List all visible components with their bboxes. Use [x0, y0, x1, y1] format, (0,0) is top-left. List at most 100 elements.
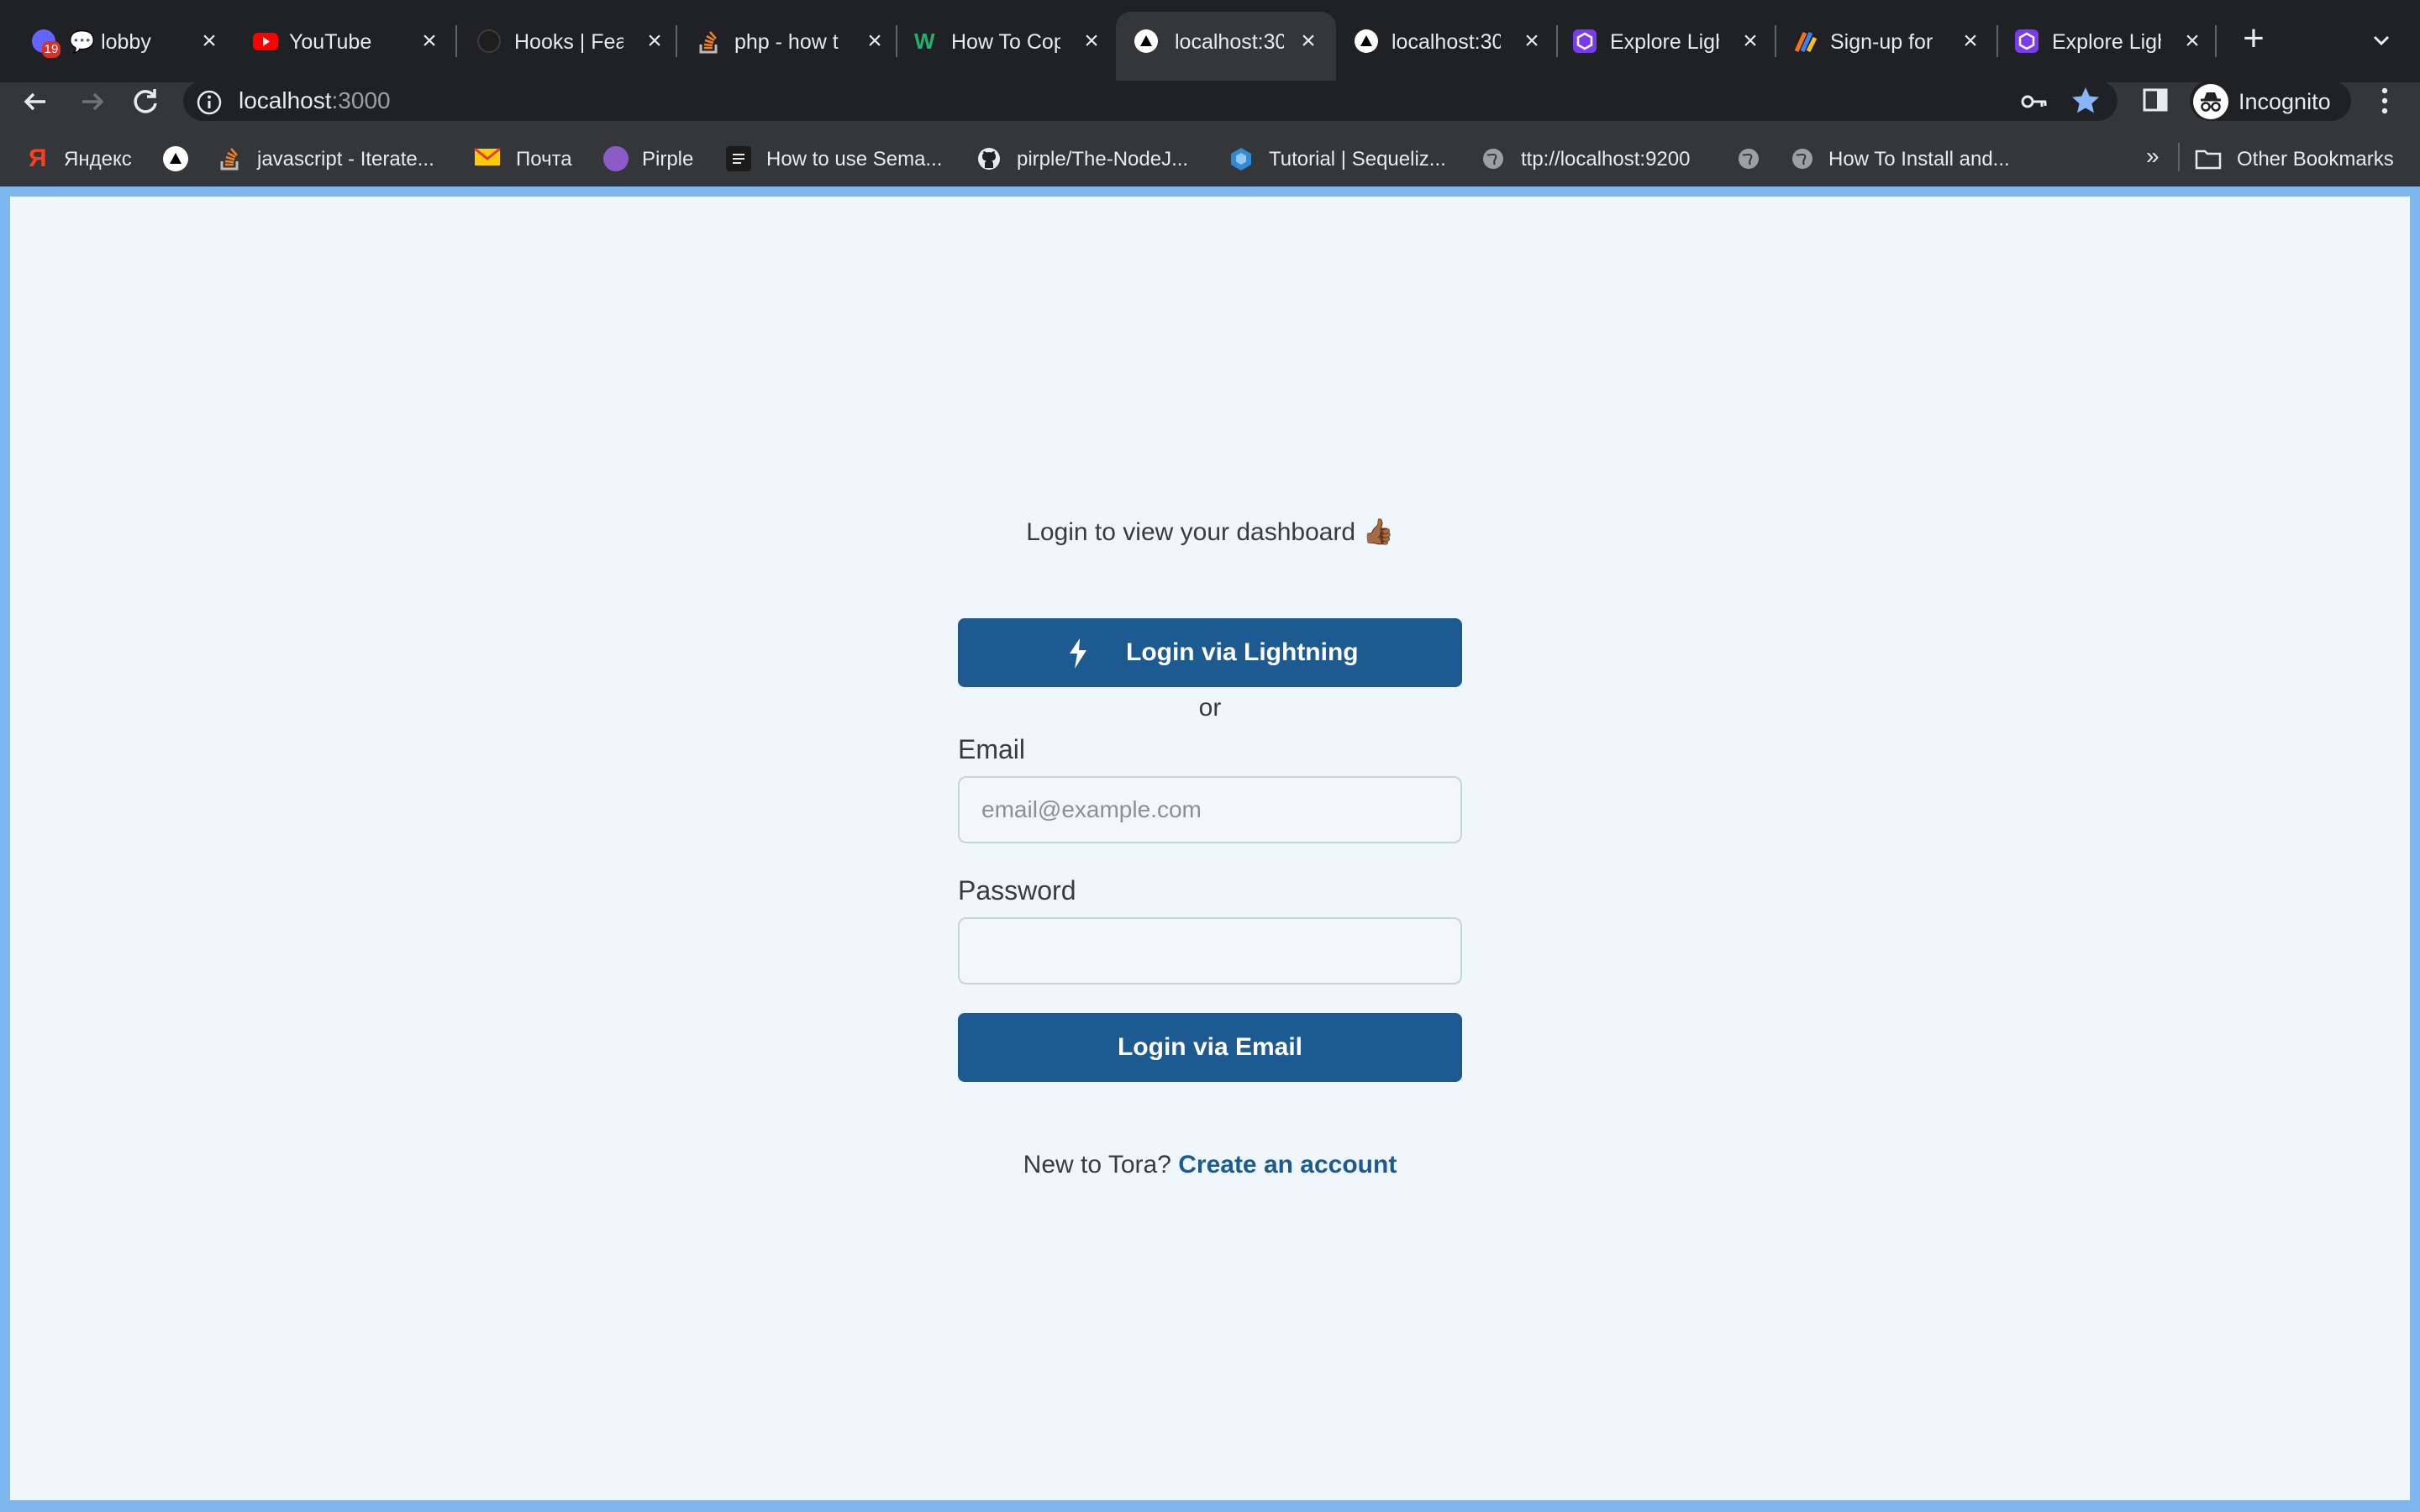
email-field[interactable] — [958, 776, 1462, 843]
bookmarks-overflow-icon[interactable]: » — [2146, 143, 2160, 170]
close-icon[interactable]: × — [197, 29, 222, 54]
notification-badge: 19 — [42, 41, 60, 58]
password-field[interactable] — [958, 917, 1462, 984]
github-icon — [976, 146, 1002, 171]
pirple-icon — [603, 146, 629, 171]
tab-youtube[interactable]: YouTube × — [252, 15, 442, 67]
tab-separator — [1996, 25, 1998, 57]
close-icon[interactable]: × — [1296, 29, 1321, 54]
sequelize-icon — [1228, 146, 1254, 171]
bookmark-label: javascript - Iterate... — [257, 148, 434, 171]
tab-title: localhost:30 — [1175, 30, 1284, 54]
yandex-icon: Я — [29, 144, 47, 172]
close-icon[interactable]: × — [862, 29, 887, 54]
globe-icon — [1736, 146, 1761, 171]
url-port: :3000 — [331, 87, 391, 113]
tab-strip: 19 💬 lobby × YouTube × Hooks | Fea × php… — [0, 0, 2420, 82]
side-panel-icon[interactable] — [2141, 86, 2170, 118]
tab-search-chevron-icon[interactable] — [2366, 25, 2396, 55]
close-icon[interactable]: × — [642, 29, 667, 54]
or-divider-text: or — [1198, 694, 1222, 722]
tab-title: php - how t — [734, 30, 839, 54]
tab-lobby[interactable]: 19 💬 lobby × — [32, 15, 222, 67]
tab-title: YouTube — [289, 30, 372, 54]
email-label: Email — [958, 734, 1026, 764]
mail-icon — [474, 146, 501, 171]
w-icon: W — [914, 29, 935, 54]
close-icon[interactable]: × — [417, 29, 442, 54]
tab-title: Explore Ligh — [2052, 30, 2161, 54]
bookmark-label: How to use Sema... — [766, 148, 943, 171]
reload-icon[interactable] — [126, 82, 165, 121]
doc-icon — [726, 146, 751, 171]
hexagon-icon — [2015, 29, 2039, 53]
globe-icon — [1481, 146, 1506, 171]
password-label: Password — [958, 875, 1076, 906]
bookmark-label: Other Bookmarks — [2237, 148, 2394, 171]
email-button-label: Login via Email — [1117, 1033, 1303, 1061]
close-icon[interactable]: × — [1958, 29, 1983, 54]
url-text[interactable]: localhost:3000 — [239, 87, 391, 114]
lightning-bolt-icon — [1065, 637, 1091, 670]
create-account-link[interactable]: Create an account — [1178, 1151, 1397, 1179]
info-icon[interactable] — [195, 88, 224, 121]
forward-arrow-icon[interactable] — [72, 82, 111, 121]
tab-localhost-active[interactable]: localhost:30 × — [1116, 12, 1336, 82]
tab-explore-lightning-2[interactable]: Explore Ligh × — [2015, 15, 2205, 67]
vercel-icon — [1134, 29, 1158, 53]
tab-separator — [896, 25, 897, 57]
address-bar[interactable] — [183, 81, 2118, 121]
bookmark-label: Почта — [516, 148, 572, 171]
stackoverflow-icon — [218, 146, 244, 171]
incognito-label: Incognito — [2238, 89, 2331, 114]
nextjs-icon — [477, 29, 501, 53]
tab-title: Explore Ligh — [1610, 30, 1719, 54]
page-viewport — [10, 197, 2410, 1500]
sign-up-icon — [1793, 29, 1818, 53]
tab-localhost[interactable]: localhost:30 × — [1355, 15, 1544, 67]
folder-icon — [2195, 146, 2222, 171]
incognito-icon — [2193, 84, 2228, 119]
tab-how-to-copy[interactable]: W How To Cop × — [914, 15, 1104, 67]
login-email-button[interactable]: Login via Email — [958, 1013, 1462, 1082]
tab-separator — [1775, 25, 1776, 57]
tab-hooks[interactable]: Hooks | Fea × — [477, 15, 667, 67]
vercel-icon — [163, 146, 188, 171]
tab-title: 💬 lobby — [69, 30, 151, 54]
close-icon[interactable]: × — [1738, 29, 1763, 54]
vercel-icon — [1355, 29, 1378, 53]
tab-title: Hooks | Fea — [514, 30, 623, 54]
tab-separator — [1556, 25, 1558, 57]
bookmark-label: Tutorial | Sequeliz... — [1269, 148, 1446, 171]
tab-sign-up[interactable]: Sign-up for × — [1793, 15, 1983, 67]
login-lightning-button[interactable]: Login via Lightning — [958, 618, 1462, 687]
more-menu-icon[interactable] — [2378, 84, 2391, 122]
tab-title: Sign-up for — [1830, 30, 1933, 54]
new-tab-plus-icon[interactable]: + — [2237, 20, 2270, 57]
bookmark-label: Яндекс — [64, 148, 132, 171]
tab-title: localhost:30 — [1392, 30, 1501, 54]
globe-icon — [1790, 146, 1815, 171]
tab-separator — [676, 25, 677, 57]
bookmark-star-icon[interactable] — [2069, 84, 2102, 122]
bookmark-vercel[interactable] — [163, 144, 188, 175]
login-tagline: Login to view your dashboard 👍🏾 — [1026, 518, 1394, 546]
tab-separator — [455, 25, 457, 57]
bookmark-label: pirple/The-NodeJ... — [1017, 148, 1189, 171]
close-icon[interactable]: × — [1079, 29, 1104, 54]
bookmark-globe[interactable] — [1736, 144, 1761, 175]
lightning-button-label: Login via Lightning — [1126, 638, 1359, 666]
stackoverflow-icon — [697, 29, 721, 54]
bookmark-label: Pirple — [642, 148, 694, 171]
back-arrow-icon[interactable] — [17, 82, 55, 121]
close-icon[interactable]: × — [2180, 29, 2205, 54]
mastodon-icon: 19 — [32, 29, 60, 58]
key-icon[interactable] — [2020, 89, 2049, 118]
tab-php[interactable]: php - how t × — [697, 15, 887, 67]
close-icon[interactable]: × — [1519, 29, 1544, 54]
url-host: localhost — [239, 87, 332, 113]
bookmark-label: ttp://localhost:9200 — [1521, 148, 1691, 171]
tab-explore-lightning[interactable]: Explore Ligh × — [1573, 15, 1763, 67]
signup-prompt: New to Tora? Create an account — [958, 1151, 1462, 1179]
tab-separator — [2215, 25, 2217, 57]
